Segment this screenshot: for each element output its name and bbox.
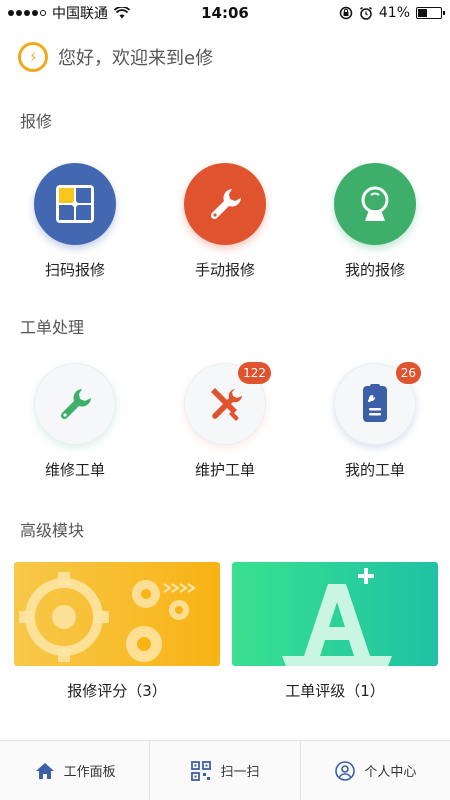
wifi-icon: [114, 7, 130, 19]
home-icon: [35, 762, 54, 779]
scan-grid-icon: [56, 185, 94, 223]
section-title-repair: 报修: [20, 112, 53, 131]
manual-repair-button[interactable]: 手动报修: [150, 163, 300, 280]
tab-profile-label: 个人中心: [364, 765, 417, 780]
tab-work-panel-label: 工作面板: [63, 765, 116, 780]
qr-scan-icon: [191, 760, 212, 781]
order-grade-card[interactable]: 工单评级（1）: [232, 562, 438, 701]
advanced-cards: 报修评分（3） 工单评级（1）: [14, 562, 438, 701]
camera-icon: [361, 186, 389, 221]
my-repair-button[interactable]: 我的报修: [300, 163, 450, 280]
wrench-icon: [210, 189, 241, 220]
alarm-icon: [359, 6, 372, 20]
scan-repair-button[interactable]: 扫码报修: [0, 163, 150, 280]
signal-icon: [8, 10, 46, 16]
tab-work-panel[interactable]: 工作面板: [0, 741, 151, 800]
rotation-lock-icon: [339, 6, 353, 20]
repair-orders-button[interactable]: 维修工单: [0, 363, 150, 480]
clipboard-icon: [363, 384, 387, 422]
my-orders-button[interactable]: 26 我的工单: [300, 362, 450, 480]
bottom-tab-bar: 工作面板 扫一扫 个人中心: [0, 740, 450, 800]
my-repair-label: 我的报修: [344, 261, 405, 279]
section-title-work-orders: 工单处理: [20, 318, 85, 337]
manual-repair-label: 手动报修: [194, 261, 255, 279]
wrench-icon: [60, 389, 91, 420]
my-orders-circle: 26: [334, 362, 421, 445]
tab-scan[interactable]: 扫一扫: [150, 741, 301, 800]
status-left: 中国联通: [8, 3, 130, 23]
repair-rating-card[interactable]: 报修评分（3）: [14, 562, 220, 701]
repair-rating-label: 报修评分（3）: [67, 682, 167, 700]
status-bar: 中国联通 14:06 41%: [0, 0, 450, 26]
maintenance-orders-label: 维护工单: [194, 461, 255, 479]
order-grade-label: 工单评级（1）: [285, 682, 385, 700]
status-right: 41%: [339, 5, 445, 21]
work-orders-row: 维修工单 122 维护工单 26 我的工单: [0, 362, 450, 480]
manual-repair-circle: [184, 163, 266, 245]
my-repair-circle: [334, 163, 416, 245]
my-orders-badge: 26: [395, 362, 421, 384]
tab-profile[interactable]: 个人中心: [301, 741, 450, 800]
carrier-name: 中国联通: [52, 6, 108, 22]
tab-scan-label: 扫一扫: [220, 765, 260, 780]
maintenance-orders-circle: 122: [184, 362, 271, 445]
greeting-bar: 您好，欢迎来到e修: [18, 42, 213, 72]
section-title-advanced: 高级模块: [20, 521, 85, 540]
greeting-text: 您好，欢迎来到e修: [58, 48, 214, 69]
maintenance-orders-button[interactable]: 122 维护工单: [150, 362, 300, 480]
battery-level: [418, 9, 428, 17]
tools-icon: [211, 388, 242, 421]
repair-orders-circle: [34, 363, 116, 445]
user-icon: [335, 760, 356, 781]
grade-a-plus-banner: [232, 562, 438, 666]
app-logo-icon: [18, 42, 48, 72]
scan-repair-label: 扫码报修: [44, 261, 105, 279]
scan-repair-circle: [34, 163, 116, 245]
gears-banner: [14, 562, 220, 666]
repair-row: 扫码报修 手动报修 我的报修: [0, 163, 450, 280]
battery-icon: [416, 7, 445, 19]
repair-orders-label: 维修工单: [44, 461, 105, 479]
maintenance-orders-badge: 122: [238, 362, 271, 384]
my-orders-label: 我的工单: [344, 461, 405, 479]
battery-percent: 41%: [378, 5, 410, 21]
